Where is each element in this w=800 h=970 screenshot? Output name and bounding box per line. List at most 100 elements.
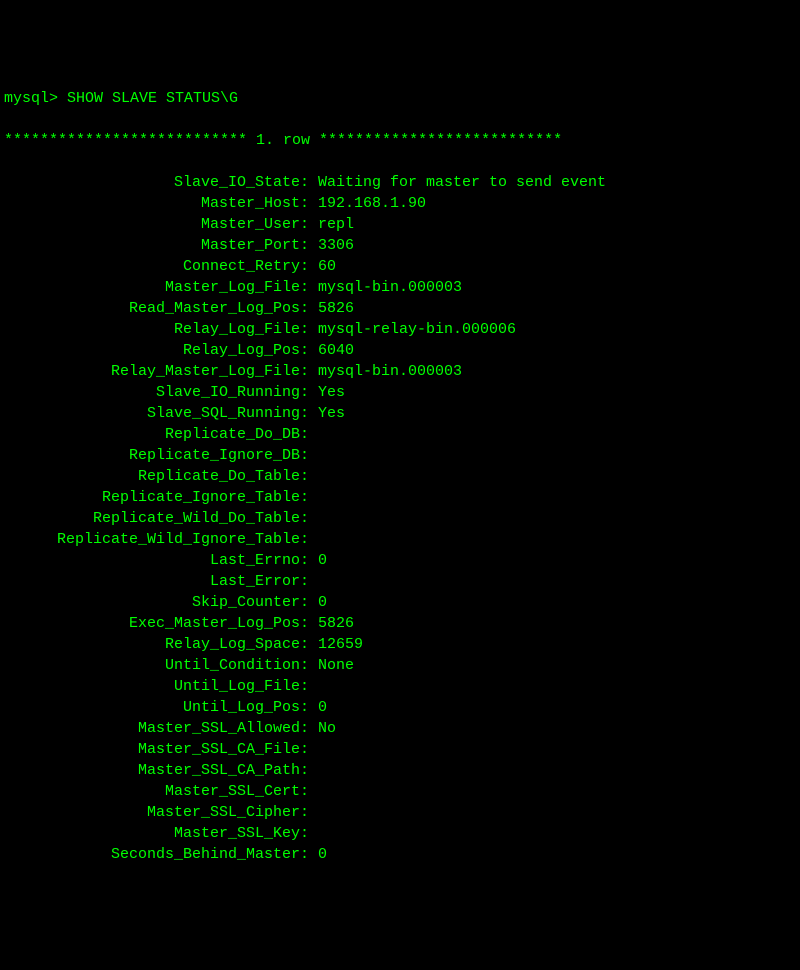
field-label: Replicate_Do_Table: xyxy=(4,466,309,487)
field-value xyxy=(309,529,318,550)
field-label: Relay_Log_Space: xyxy=(4,634,309,655)
field-value xyxy=(309,823,318,844)
field-label: Skip_Counter: xyxy=(4,592,309,613)
field-label: Master_SSL_Cipher: xyxy=(4,802,309,823)
prompt-text: mysql> xyxy=(4,88,67,109)
field-label: Replicate_Wild_Ignore_Table: xyxy=(4,529,309,550)
field-value: repl xyxy=(309,214,354,235)
field-value: 3306 xyxy=(309,235,354,256)
row-separator: *************************** 1. row *****… xyxy=(4,130,796,151)
field-label: Replicate_Ignore_DB: xyxy=(4,445,309,466)
field-value xyxy=(309,487,318,508)
status-field-row: Replicate_Ignore_DB: xyxy=(4,445,796,466)
field-value xyxy=(309,781,318,802)
status-field-row: Replicate_Wild_Ignore_Table: xyxy=(4,529,796,550)
status-field-row: Slave_SQL_Running: Yes xyxy=(4,403,796,424)
field-value xyxy=(309,424,318,445)
field-value xyxy=(309,445,318,466)
field-label: Master_SSL_Key: xyxy=(4,823,309,844)
field-value: 5826 xyxy=(309,613,354,634)
field-value: 5826 xyxy=(309,298,354,319)
field-label: Last_Error: xyxy=(4,571,309,592)
field-value xyxy=(309,571,318,592)
status-field-row: Last_Errno: 0 xyxy=(4,550,796,571)
status-field-row: Last_Error: xyxy=(4,571,796,592)
field-label: Slave_SQL_Running: xyxy=(4,403,309,424)
field-value: 60 xyxy=(309,256,336,277)
field-value: 192.168.1.90 xyxy=(309,193,426,214)
field-value: mysql-bin.000003 xyxy=(309,277,462,298)
field-value xyxy=(309,676,318,697)
field-label: Master_SSL_Cert: xyxy=(4,781,309,802)
field-label: Relay_Log_File: xyxy=(4,319,309,340)
status-field-row: Exec_Master_Log_Pos: 5826 xyxy=(4,613,796,634)
status-field-row: Replicate_Do_Table: xyxy=(4,466,796,487)
status-field-row: Master_SSL_CA_Path: xyxy=(4,760,796,781)
status-field-row: Connect_Retry: 60 xyxy=(4,256,796,277)
field-value: 0 xyxy=(309,550,327,571)
field-value: 0 xyxy=(309,844,327,865)
field-value: Waiting for master to send event xyxy=(309,172,606,193)
status-field-row: Relay_Log_Space: 12659 xyxy=(4,634,796,655)
status-field-row: Master_SSL_Cert: xyxy=(4,781,796,802)
field-value xyxy=(309,508,318,529)
status-field-row: Skip_Counter: 0 xyxy=(4,592,796,613)
status-field-row: Master_Port: 3306 xyxy=(4,235,796,256)
status-field-row: Master_SSL_Key: xyxy=(4,823,796,844)
field-value: mysql-bin.000003 xyxy=(309,361,462,382)
status-field-row: Seconds_Behind_Master: 0 xyxy=(4,844,796,865)
field-label: Relay_Master_Log_File: xyxy=(4,361,309,382)
field-label: Relay_Log_Pos: xyxy=(4,340,309,361)
status-field-row: Replicate_Wild_Do_Table: xyxy=(4,508,796,529)
status-field-row: Read_Master_Log_Pos: 5826 xyxy=(4,298,796,319)
status-field-row: Master_User: repl xyxy=(4,214,796,235)
field-label: Master_SSL_Allowed: xyxy=(4,718,309,739)
status-field-row: Until_Condition: None xyxy=(4,655,796,676)
field-label: Until_Condition: xyxy=(4,655,309,676)
field-label: Master_User: xyxy=(4,214,309,235)
field-value: 0 xyxy=(309,592,327,613)
status-output: Slave_IO_State: Waiting for master to se… xyxy=(4,172,796,865)
field-label: Replicate_Ignore_Table: xyxy=(4,487,309,508)
field-label: Master_SSL_CA_Path: xyxy=(4,760,309,781)
field-value xyxy=(309,466,318,487)
field-label: Until_Log_Pos: xyxy=(4,697,309,718)
status-field-row: Master_Host: 192.168.1.90 xyxy=(4,193,796,214)
status-field-row: Slave_IO_Running: Yes xyxy=(4,382,796,403)
field-value: 6040 xyxy=(309,340,354,361)
status-field-row: Master_SSL_Allowed: No xyxy=(4,718,796,739)
field-value: Yes xyxy=(309,382,345,403)
field-label: Exec_Master_Log_Pos: xyxy=(4,613,309,634)
field-value: No xyxy=(309,718,336,739)
field-label: Connect_Retry: xyxy=(4,256,309,277)
field-value: 12659 xyxy=(309,634,363,655)
field-label: Master_Log_File: xyxy=(4,277,309,298)
field-label: Seconds_Behind_Master: xyxy=(4,844,309,865)
status-field-row: Relay_Log_File: mysql-relay-bin.000006 xyxy=(4,319,796,340)
field-value xyxy=(309,760,318,781)
field-value: mysql-relay-bin.000006 xyxy=(309,319,516,340)
status-field-row: Until_Log_File: xyxy=(4,676,796,697)
field-label: Slave_IO_State: xyxy=(4,172,309,193)
field-label: Replicate_Wild_Do_Table: xyxy=(4,508,309,529)
field-value: 0 xyxy=(309,697,327,718)
field-label: Until_Log_File: xyxy=(4,676,309,697)
field-label: Replicate_Do_DB: xyxy=(4,424,309,445)
field-value: Yes xyxy=(309,403,345,424)
field-label: Last_Errno: xyxy=(4,550,309,571)
field-label: Master_Host: xyxy=(4,193,309,214)
command-line[interactable]: mysql> SHOW SLAVE STATUS\G xyxy=(4,88,796,109)
status-field-row: Master_SSL_Cipher: xyxy=(4,802,796,823)
field-label: Master_Port: xyxy=(4,235,309,256)
field-value xyxy=(309,802,318,823)
field-label: Read_Master_Log_Pos: xyxy=(4,298,309,319)
status-field-row: Replicate_Ignore_Table: xyxy=(4,487,796,508)
status-field-row: Slave_IO_State: Waiting for master to se… xyxy=(4,172,796,193)
status-field-row: Relay_Master_Log_File: mysql-bin.000003 xyxy=(4,361,796,382)
status-field-row: Master_Log_File: mysql-bin.000003 xyxy=(4,277,796,298)
field-value: None xyxy=(309,655,354,676)
field-label: Slave_IO_Running: xyxy=(4,382,309,403)
status-field-row: Replicate_Do_DB: xyxy=(4,424,796,445)
status-field-row: Until_Log_Pos: 0 xyxy=(4,697,796,718)
status-field-row: Relay_Log_Pos: 6040 xyxy=(4,340,796,361)
